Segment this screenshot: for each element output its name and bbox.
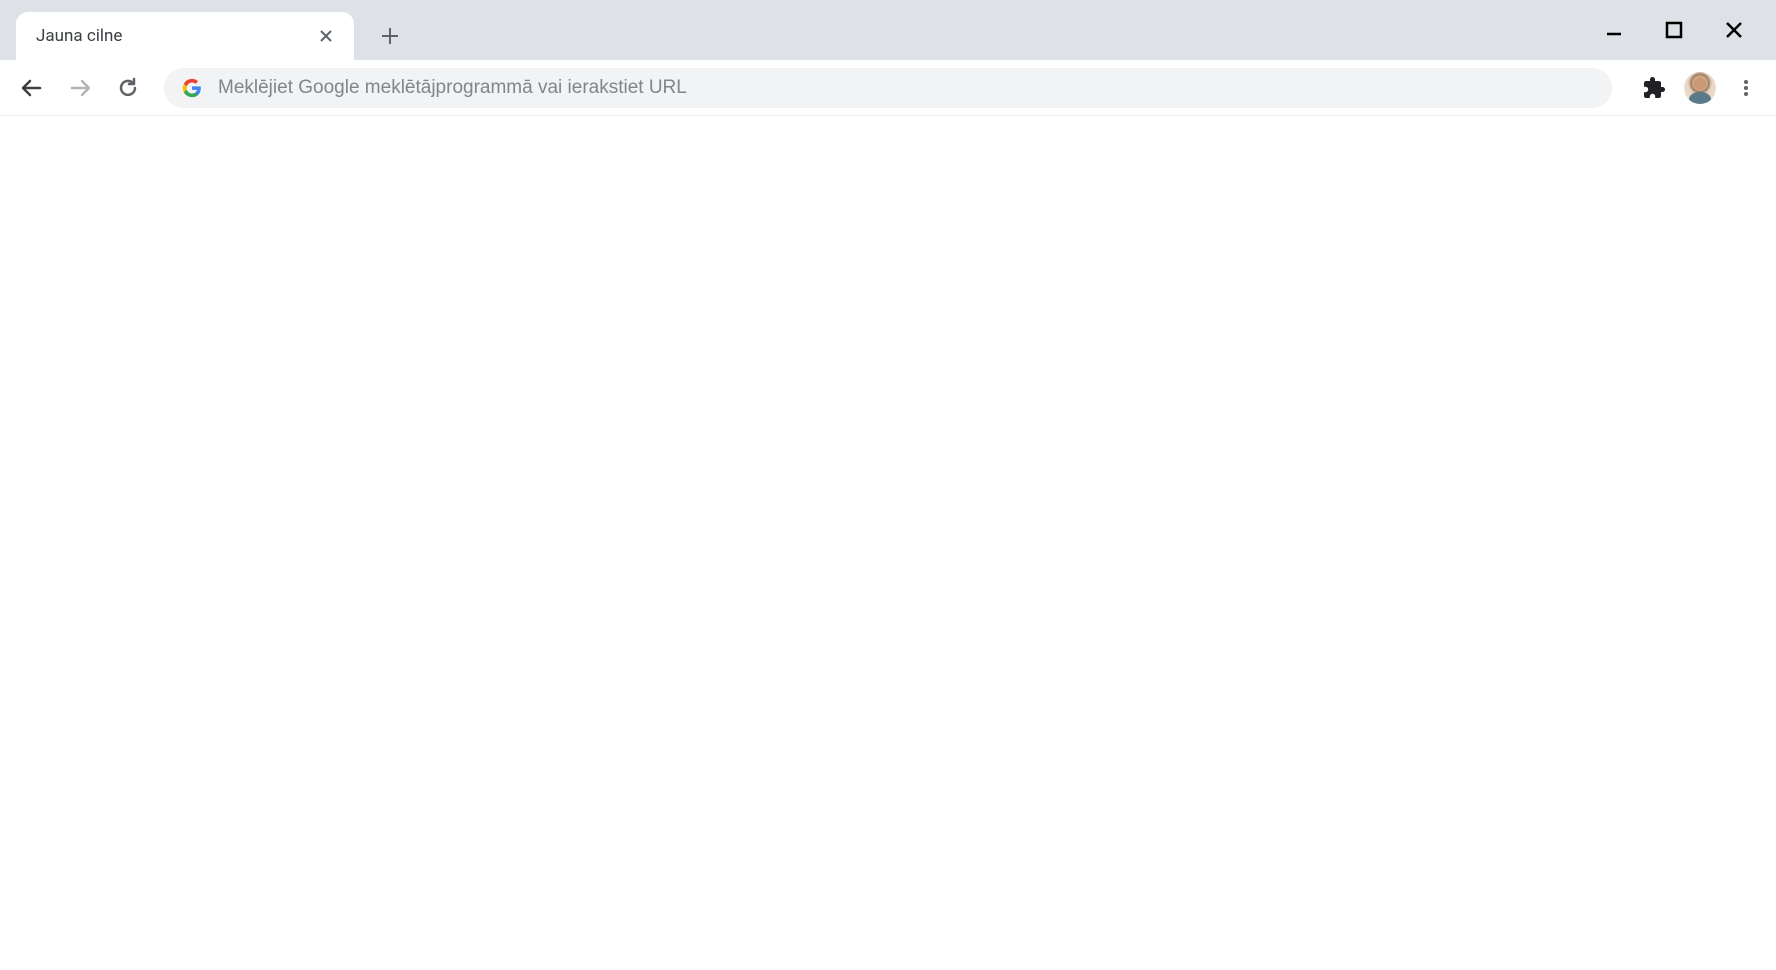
back-arrow-icon [20,76,44,100]
more-vertical-icon [1736,78,1756,98]
browser-tab[interactable]: Jauna cilne [16,12,354,60]
back-button[interactable] [12,68,52,108]
profile-avatar[interactable] [1684,72,1716,104]
address-input[interactable] [218,77,1594,99]
close-icon [318,28,334,44]
maximize-icon [1665,21,1683,39]
extensions-button[interactable] [1636,70,1672,106]
close-icon [1724,20,1744,40]
maximize-button[interactable] [1656,12,1692,48]
new-tab-button[interactable] [370,16,410,56]
plus-icon [381,27,399,45]
minimize-button[interactable] [1596,12,1632,48]
tab-strip: Jauna cilne [0,0,1776,60]
menu-button[interactable] [1728,70,1764,106]
forward-arrow-icon [68,76,92,100]
toolbar [0,60,1776,116]
tab-close-button[interactable] [312,22,340,50]
address-bar[interactable] [164,68,1612,108]
toolbar-right [1628,70,1764,106]
forward-button[interactable] [60,68,100,108]
reload-button[interactable] [108,68,148,108]
close-window-button[interactable] [1716,12,1752,48]
window-controls [1596,0,1768,60]
google-icon [182,78,202,98]
reload-icon [116,76,140,100]
content-area [0,116,1776,970]
tab-title: Jauna cilne [36,26,312,46]
extensions-icon [1642,76,1666,100]
minimize-icon [1604,20,1624,40]
